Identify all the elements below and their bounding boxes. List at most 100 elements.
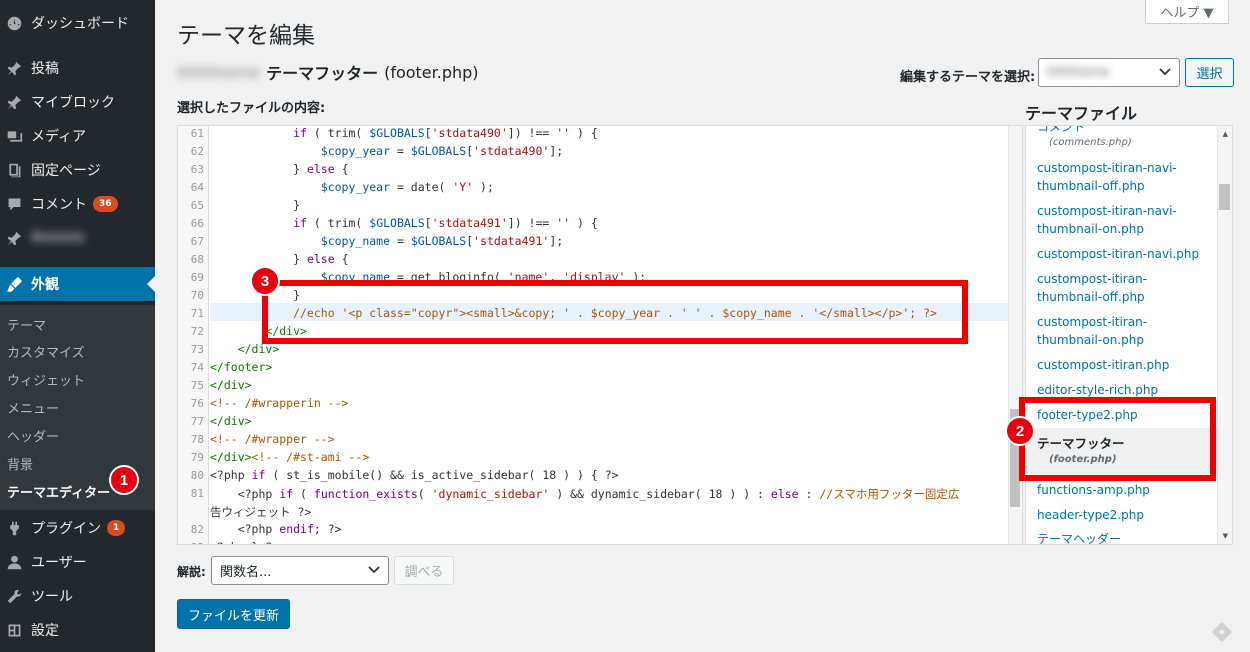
menu-settings[interactable]: 設定 <box>0 615 155 645</box>
scroll-down-icon[interactable]: ▼ <box>1223 532 1228 540</box>
code-line[interactable]: <!-- /#wrapperin --> <box>210 396 348 410</box>
file-heading: ttttttheme テーマフッター (footer.php) <box>177 60 479 84</box>
pin-icon <box>5 229 23 247</box>
annotation-number-2: 2 <box>1005 416 1035 446</box>
admin-sidebar: ダッシュボード 投稿 マイブロック メディア 固定ページ コメント 36 Bbb… <box>0 0 155 652</box>
theme-select[interactable]: tttttheme <box>1038 58 1180 87</box>
comment-icon <box>5 195 23 213</box>
file-item[interactable]: custompost-itiran-navi-thumbnail-off.php <box>1037 159 1209 195</box>
menu-blurred-label: Bbbbbb <box>31 230 86 246</box>
editor-scrollbar[interactable] <box>1008 126 1022 544</box>
theme-name: ttttttheme <box>177 62 261 82</box>
file-list-scroll-thumb[interactable] <box>1219 184 1230 210</box>
code-line[interactable]: } <box>210 198 300 212</box>
menu-myblocks-label: マイブロック <box>31 95 115 111</box>
line-number: 70 <box>190 289 204 302</box>
code-line[interactable]: if ( trim( $GLOBALS['stdata490']) !== ''… <box>210 126 598 140</box>
function-select-value: 関数名... <box>220 565 272 580</box>
code-line[interactable]: } else { <box>210 252 348 266</box>
chevron-down-icon <box>368 563 380 578</box>
line-number: 66 <box>190 217 204 230</box>
menu-plugins-label: プラグイン <box>31 521 101 537</box>
menu-posts[interactable]: 投稿 <box>0 53 155 83</box>
watermark-icon <box>1212 622 1232 642</box>
line-number: 69 <box>190 271 204 284</box>
menu-tools-label: ツール <box>31 589 73 605</box>
line-number: 77 <box>190 415 204 428</box>
menu-blurred[interactable]: Bbbbbb <box>0 223 155 253</box>
file-item[interactable]: custompost-itiran.php <box>1037 356 1209 374</box>
file-item[interactable]: header-type2.php <box>1037 506 1209 524</box>
theme-select-label: 編集するテーマを選択: <box>900 70 1036 85</box>
file-item[interactable]: custompost-itiran-navi.php <box>1037 245 1209 263</box>
line-number: 62 <box>190 145 204 158</box>
menu-media-label: メディア <box>31 129 87 145</box>
menu-appearance[interactable]: 外観 <box>0 267 155 301</box>
code-line[interactable]: <?php endif; ?> <box>210 522 342 536</box>
file-item[interactable]: custompost-itiran-navi-thumbnail-on.php <box>1037 202 1209 238</box>
help-tab[interactable]: ヘルプ ▼ <box>1145 0 1229 24</box>
line-number: 67 <box>190 235 204 248</box>
line-number: 78 <box>190 433 204 446</box>
menu-media[interactable]: メディア <box>0 121 155 151</box>
submenu-menus[interactable]: メニュー <box>7 398 59 417</box>
update-file-button[interactable]: ファイルを更新 <box>177 599 290 629</box>
code-line[interactable]: $copy_year = $GLOBALS['stdata490']; <box>210 144 563 158</box>
code-line[interactable]: if ( trim( $GLOBALS['stdata491']) !== ''… <box>210 216 598 230</box>
code-line[interactable]: </div><!-- /#st-ami --> <box>210 450 369 464</box>
code-line[interactable]: <?php if ( function_exists( 'dynamic_sid… <box>210 486 960 502</box>
line-number: 79 <box>190 451 204 464</box>
file-item[interactable]: functions-amp.php <box>1037 481 1209 499</box>
select-theme-button[interactable]: 選択 <box>1185 58 1234 87</box>
menu-comments-label: コメント <box>31 197 87 213</box>
theme-file-list: コメント (comments.php) custompost-itiran-na… <box>1025 125 1233 545</box>
code-line[interactable]: </div> <box>210 378 252 392</box>
menu-pages[interactable]: 固定ページ <box>0 155 155 185</box>
file-list-scrollbar[interactable]: ▲ ▼ <box>1217 126 1232 544</box>
code-line[interactable]: <?php } ?> <box>210 540 279 544</box>
code-line[interactable]: <!-- /#wrapper --> <box>210 432 335 446</box>
code-line[interactable]: $copy_year = date( 'Y' ); <box>210 180 494 194</box>
code-line[interactable]: $copy_name = $GLOBALS['stdata491']; <box>210 234 563 248</box>
file-item[interactable]: custompost-itiran-thumbnail-on.php <box>1037 313 1209 349</box>
code-line[interactable]: </div> <box>210 342 280 356</box>
documentation-label: 解説: <box>177 565 206 579</box>
submenu-theme-editor[interactable]: テーマエディター <box>7 482 110 501</box>
line-number: 63 <box>190 163 204 176</box>
menu-comments[interactable]: コメント 36 <box>0 189 155 219</box>
menu-dashboard[interactable]: ダッシュボード <box>0 8 155 38</box>
pin-icon <box>5 93 23 111</box>
line-number: 68 <box>190 253 204 266</box>
pin-icon <box>5 59 23 77</box>
submenu-customize[interactable]: カスタマイズ <box>7 342 85 361</box>
submenu-header[interactable]: ヘッダー <box>7 426 59 445</box>
menu-myblocks[interactable]: マイブロック <box>0 87 155 117</box>
function-select[interactable]: 関数名... <box>211 556 389 585</box>
scroll-up-icon[interactable]: ▲ <box>1223 130 1228 138</box>
line-number: 74 <box>190 361 204 374</box>
code-line[interactable]: </div> <box>210 414 252 428</box>
submenu-background[interactable]: 背景 <box>7 454 33 473</box>
code-line[interactable]: } else { <box>210 162 348 176</box>
file-item[interactable]: テーマヘッダー <box>1037 530 1209 544</box>
lookup-button[interactable]: 調べる <box>394 556 454 585</box>
menu-tools[interactable]: ツール <box>0 581 155 611</box>
line-number: 61 <box>190 127 204 140</box>
user-icon <box>5 553 23 571</box>
submenu-themes[interactable]: テーマ <box>7 315 46 334</box>
menu-pages-label: 固定ページ <box>31 163 101 179</box>
menu-appearance-label: 外観 <box>31 277 59 293</box>
media-icon <box>5 127 23 145</box>
menu-dashboard-label: ダッシュボード <box>31 16 129 32</box>
file-item-comments[interactable]: コメント <box>1037 126 1209 136</box>
annotation-number-3: 3 <box>250 266 280 296</box>
code-line[interactable]: 告ウィジェット ?> <box>210 504 311 520</box>
menu-plugins[interactable]: プラグイン 1 <box>0 513 155 543</box>
file-item[interactable]: custompost-itiran-thumbnail-off.php <box>1037 270 1209 306</box>
line-number: 75 <box>190 379 204 392</box>
menu-users[interactable]: ユーザー <box>0 547 155 577</box>
code-line[interactable]: </footer> <box>210 360 272 374</box>
dashboard-icon <box>5 14 23 32</box>
submenu-widgets[interactable]: ウィジェット <box>7 370 85 389</box>
code-line[interactable]: <?php if ( st_is_mobile() && is_active_s… <box>210 468 619 482</box>
